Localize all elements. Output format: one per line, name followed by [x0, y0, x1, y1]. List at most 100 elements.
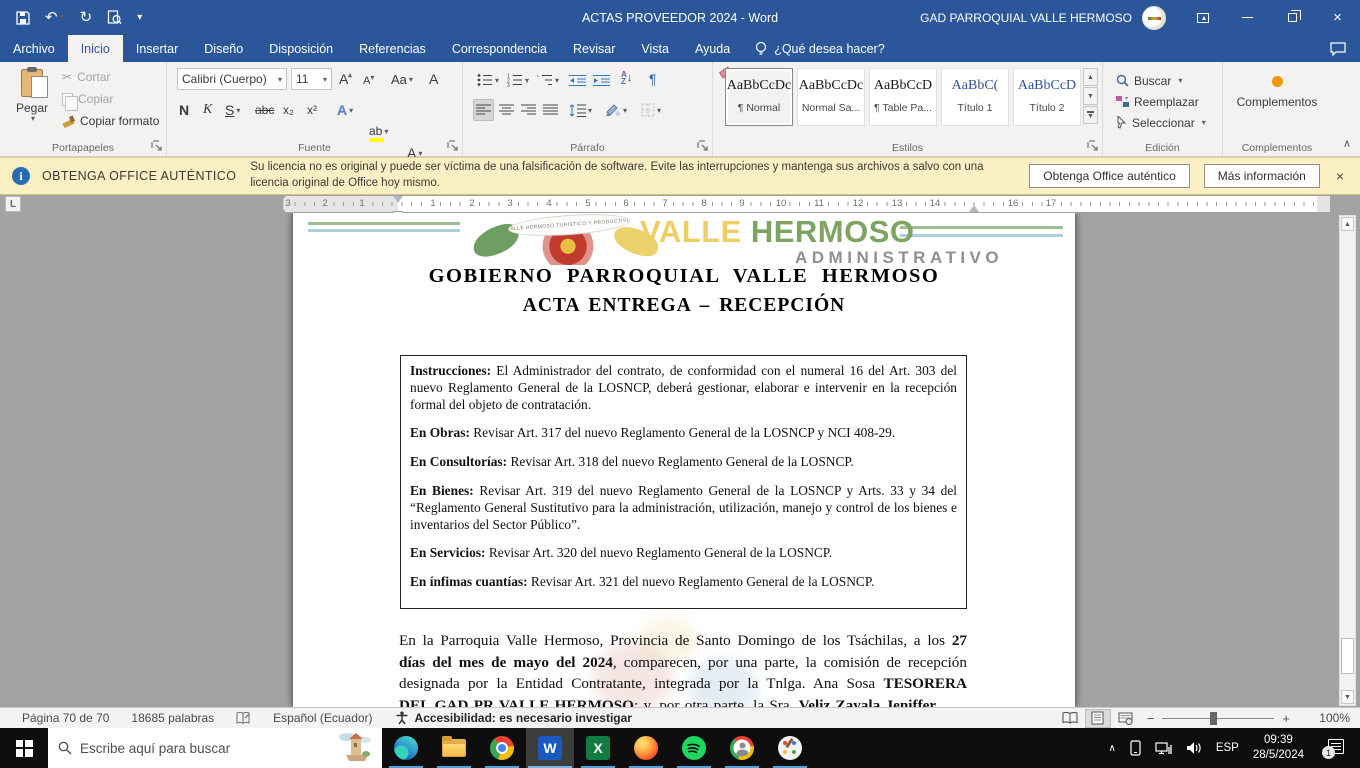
close-button[interactable]: ×	[1315, 0, 1360, 35]
ribbon-tab[interactable]: Ayuda	[682, 35, 743, 62]
body-paragraph[interactable]: En la Parroquia Valle Hermoso, Provincia…	[399, 630, 967, 707]
shrink-font-button[interactable]: A ▾	[363, 70, 374, 92]
redo-icon[interactable]: ↻	[80, 10, 93, 25]
read-mode-button[interactable]	[1057, 709, 1083, 728]
taskbar-app-edge[interactable]	[382, 728, 430, 768]
decrease-indent-button[interactable]	[567, 69, 588, 91]
collapse-ribbon-icon[interactable]: ∧	[1343, 137, 1351, 150]
proofing-icon[interactable]	[236, 711, 251, 725]
dialog-launcher-icon[interactable]	[447, 140, 459, 152]
numbering-button[interactable]: 1 2 3 ▾	[505, 69, 531, 91]
styles-more-button[interactable]: ▼	[1083, 106, 1098, 124]
align-left-button[interactable]	[473, 99, 494, 121]
tell-me-box[interactable]: ¿Qué desea hacer?	[743, 35, 897, 62]
accessibility-status[interactable]: Accesibilidad: es necesario investigar	[395, 711, 632, 725]
addins-button[interactable]: Complementos	[1223, 76, 1331, 109]
copy-button[interactable]: Copiar	[62, 92, 113, 111]
taskbar-app-excel[interactable]: X	[574, 728, 622, 768]
borders-button[interactable]: ▾	[639, 99, 663, 121]
superscript-button[interactable]: x²	[307, 99, 317, 121]
ribbon-tab[interactable]: Inicio	[67, 35, 123, 62]
font-family-combo[interactable]: Calibri (Cuerpo) ▾	[177, 68, 287, 90]
scrollbar-thumb[interactable]	[1341, 638, 1354, 674]
taskbar-app-paint[interactable]	[766, 728, 814, 768]
first-line-indent-marker[interactable]	[393, 196, 403, 203]
ribbon-tab[interactable]: Archivo	[0, 35, 68, 62]
italic-button[interactable]: K	[203, 99, 212, 121]
change-case-button[interactable]: Aa ▾	[391, 68, 413, 90]
taskbar-app-file-explorer[interactable]	[430, 728, 478, 768]
close-warning-icon[interactable]: ×	[1336, 168, 1344, 184]
word-count[interactable]: 18685 palabras	[131, 711, 214, 725]
volume-icon[interactable]	[1186, 741, 1202, 755]
find-button[interactable]: Buscar ▾	[1116, 70, 1182, 91]
search-input[interactable]	[80, 740, 330, 756]
align-center-button[interactable]	[497, 99, 516, 121]
cut-button[interactable]: ✂ Cortar	[62, 70, 110, 84]
ribbon-tab[interactable]: Insertar	[123, 35, 191, 62]
styles-scroll-up-button[interactable]: ▲	[1083, 68, 1098, 86]
ribbon-tab[interactable]: Vista	[628, 35, 682, 62]
get-office-button[interactable]: Obtenga Office auténtico	[1029, 164, 1190, 188]
replace-button[interactable]: Reemplazar	[1116, 91, 1199, 112]
zoom-in-button[interactable]: +	[1282, 711, 1290, 726]
vertical-scrollbar[interactable]: ▲ ▼	[1339, 215, 1356, 706]
restore-button[interactable]	[1270, 0, 1315, 35]
style-cell[interactable]: AaBbC( Título 1	[941, 68, 1009, 126]
tab-stop-selector[interactable]: L	[5, 196, 21, 212]
align-right-button[interactable]	[519, 99, 538, 121]
format-painter-button[interactable]: Copiar formato	[62, 114, 159, 128]
scroll-up-button[interactable]: ▲	[1341, 217, 1354, 231]
taskbar-app-chrome[interactable]	[478, 728, 526, 768]
shading-button[interactable]: ▾	[603, 99, 629, 121]
taskbar-app-firefox[interactable]	[622, 728, 670, 768]
chevron-down-icon[interactable]: ▾	[60, 12, 65, 23]
account-name[interactable]: GAD PARROQUIAL VALLE HERMOSO	[920, 11, 1132, 25]
text-effects-button[interactable]: A ▾	[337, 99, 353, 121]
more-info-button[interactable]: Más información	[1203, 164, 1320, 188]
taskbar-app-word[interactable]: W	[526, 728, 574, 768]
instructions-box[interactable]: Instrucciones: El Administrador del cont…	[400, 355, 967, 609]
undo-icon[interactable]: ↶ ▾	[45, 10, 65, 25]
scroll-down-button[interactable]: ▼	[1341, 690, 1354, 704]
phone-link-icon[interactable]	[1130, 740, 1141, 756]
network-icon[interactable]	[1155, 741, 1172, 755]
style-cell[interactable]: AaBbCcDc Normal Sa...	[797, 68, 865, 126]
styles-scroll-down-button[interactable]: ▼	[1083, 87, 1098, 105]
web-layout-button[interactable]	[1113, 709, 1139, 728]
style-cell[interactable]: AaBbCcD ¶ Table Pa...	[869, 68, 937, 126]
font-size-combo[interactable]: 11 ▾	[291, 68, 332, 90]
taskbar-app-spotify[interactable]	[670, 728, 718, 768]
language-indicator[interactable]: Español (Ecuador)	[273, 711, 372, 725]
zoom-slider[interactable]	[1162, 711, 1275, 725]
keyboard-language[interactable]: ESP	[1216, 742, 1239, 754]
taskbar-app-chrome-profile[interactable]	[718, 728, 766, 768]
show-marks-button[interactable]: ¶	[647, 68, 659, 90]
account-avatar[interactable]	[1142, 5, 1166, 30]
subscript-button[interactable]: x₂	[283, 99, 294, 121]
paste-button[interactable]: Pegar ▾	[6, 67, 58, 133]
ribbon-tab[interactable]: Revisar	[560, 35, 628, 62]
sort-button[interactable]: AZ ↓	[619, 67, 634, 89]
clock[interactable]: 09:39 28/5/2024	[1253, 733, 1304, 763]
save-icon[interactable]	[16, 10, 30, 25]
start-button[interactable]	[0, 728, 48, 768]
right-indent-marker[interactable]	[969, 205, 979, 212]
zoom-percentage[interactable]: 100%	[1304, 711, 1350, 725]
print-preview-icon[interactable]	[107, 10, 122, 25]
customize-qat-icon[interactable]: ▾	[137, 12, 142, 23]
feedback-icon[interactable]	[1330, 35, 1360, 62]
ribbon-tab[interactable]: Referencias	[346, 35, 439, 62]
bold-button[interactable]: N	[179, 99, 189, 121]
strikethrough-button[interactable]: abc	[255, 99, 274, 121]
select-button[interactable]: Seleccionar ▾	[1116, 112, 1206, 133]
dialog-launcher-icon[interactable]	[151, 140, 163, 152]
underline-button[interactable]: S ▾	[225, 99, 240, 121]
minimize-button[interactable]	[1225, 0, 1270, 35]
style-cell[interactable]: AaBbCcDc ¶ Normal	[725, 68, 793, 126]
dialog-launcher-icon[interactable]	[697, 140, 709, 152]
taskbar-search-box[interactable]	[48, 728, 382, 768]
zoom-out-button[interactable]: −	[1147, 711, 1155, 726]
increase-indent-button[interactable]	[591, 69, 612, 91]
search-highlight-image[interactable]	[338, 730, 372, 767]
